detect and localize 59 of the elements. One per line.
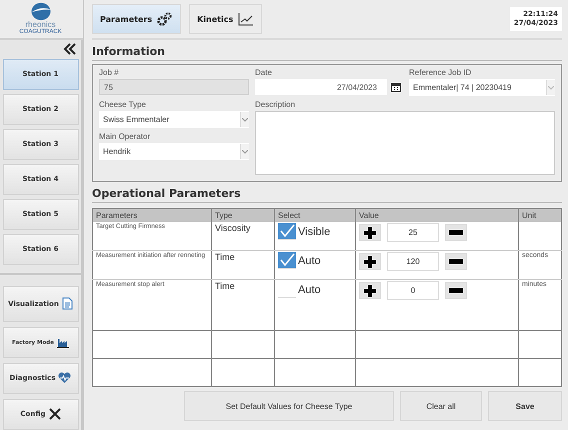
checkbox-label: Auto bbox=[298, 254, 321, 266]
column-header: Type bbox=[212, 208, 274, 222]
tab[interactable]: Parameters bbox=[92, 4, 182, 34]
chevron-icon bbox=[242, 150, 248, 154]
minus-icon bbox=[449, 230, 463, 235]
operator-dropdown[interactable]: Hendrik bbox=[99, 143, 249, 160]
chart-icon bbox=[238, 12, 254, 26]
checkbox[interactable] bbox=[278, 223, 296, 240]
field-label: Description bbox=[255, 99, 296, 111]
calendar-icon[interactable] bbox=[391, 82, 401, 92]
parameter-type: Time bbox=[215, 281, 235, 291]
tab[interactable]: Kinetics bbox=[189, 4, 262, 34]
chevron-icon bbox=[548, 86, 554, 90]
plus-icon bbox=[364, 284, 376, 296]
document-icon bbox=[62, 297, 73, 310]
field-label: Job # bbox=[99, 67, 120, 79]
field-label: Main Operator bbox=[99, 131, 152, 143]
parameter-type: Viscosity bbox=[215, 223, 250, 233]
tools-icon bbox=[48, 408, 61, 420]
plus-icon bbox=[364, 256, 376, 268]
field-label: Cheese Type bbox=[99, 99, 147, 111]
field-label: Reference Job ID bbox=[409, 67, 472, 79]
job-number-field: 75 bbox=[99, 79, 249, 95]
column-header: Parameters bbox=[92, 208, 212, 222]
action-button[interactable]: Set Default Values for Cheese Type bbox=[184, 391, 394, 421]
minus-icon bbox=[449, 259, 463, 264]
column-header: Select bbox=[274, 208, 356, 222]
action-button[interactable]: Clear all bbox=[400, 391, 482, 421]
decrement-button[interactable] bbox=[445, 224, 467, 241]
decrement-button[interactable] bbox=[445, 253, 467, 270]
decrement-button[interactable] bbox=[445, 282, 467, 299]
gears-icon bbox=[157, 12, 174, 26]
section-title: Operational Parameters bbox=[92, 182, 562, 203]
action-button[interactable]: Save bbox=[488, 391, 562, 421]
checkbox[interactable] bbox=[278, 252, 296, 269]
minus-icon bbox=[449, 288, 463, 293]
value-field[interactable]: 0 bbox=[387, 281, 439, 300]
field-label: Date bbox=[255, 67, 273, 79]
checkbox-label: Visible bbox=[298, 226, 330, 238]
checkbox-label: Auto bbox=[298, 284, 321, 296]
parameter-type: Time bbox=[215, 252, 235, 262]
section-title: Information bbox=[92, 40, 562, 61]
increment-button[interactable] bbox=[359, 282, 381, 299]
value-field[interactable]: 25 bbox=[387, 223, 439, 242]
cheese-type-dropdown[interactable]: Swiss Emmentaler bbox=[99, 111, 249, 128]
collapse-icon[interactable] bbox=[62, 43, 76, 55]
reference-job-dropdown[interactable]: Emmentaler| 74 | 20230419 bbox=[409, 79, 555, 96]
factory-icon bbox=[56, 337, 69, 348]
date-field[interactable]: 27/04/2023 bbox=[255, 79, 387, 95]
heart-icon bbox=[58, 372, 72, 384]
plus-icon bbox=[364, 226, 376, 238]
increment-button[interactable] bbox=[359, 224, 381, 241]
value-field[interactable]: 120 bbox=[387, 252, 439, 271]
chevron-icon bbox=[242, 118, 248, 122]
logo-text: rheonics bbox=[25, 21, 56, 29]
column-header: Value bbox=[356, 208, 518, 222]
column-header: Unit bbox=[518, 208, 562, 222]
increment-button[interactable] bbox=[359, 253, 381, 270]
description-field[interactable] bbox=[255, 111, 555, 175]
